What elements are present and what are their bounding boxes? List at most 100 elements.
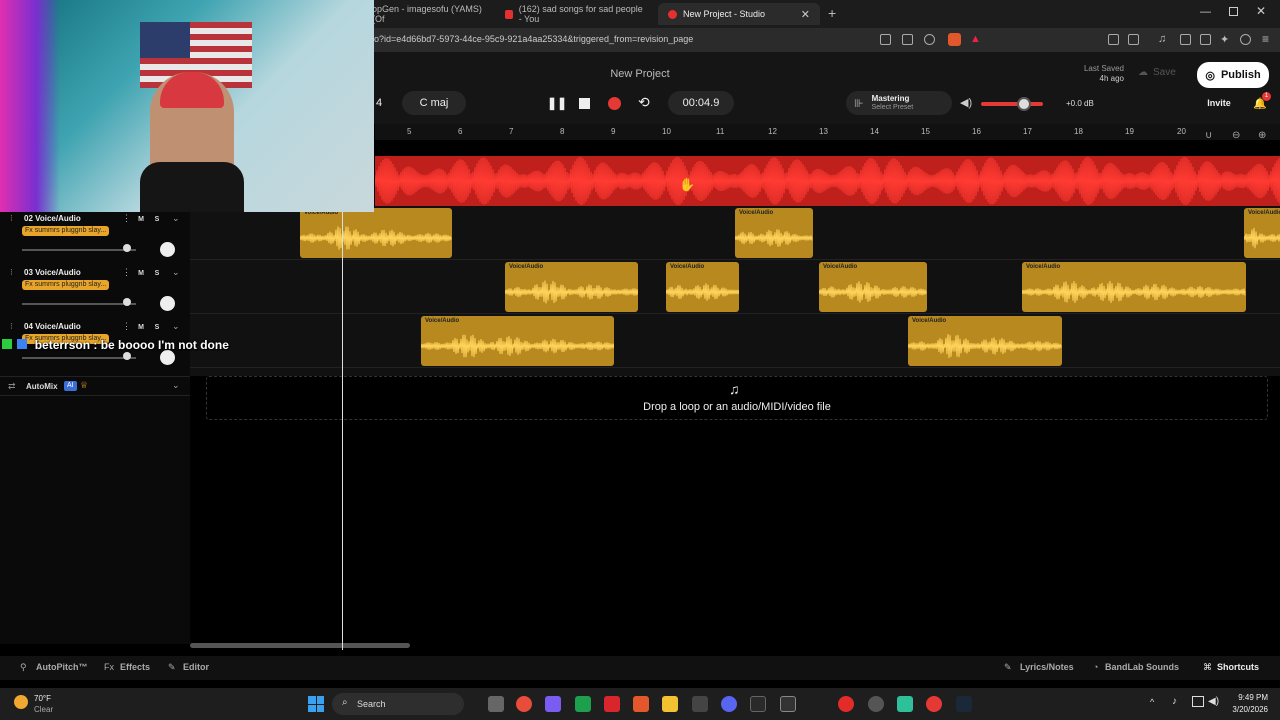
keyboard-icon[interactable]: [780, 696, 796, 712]
mute-button[interactable]: M: [135, 268, 147, 279]
audio-clip[interactable]: Voice/Audio: [1022, 262, 1246, 312]
extensions-icon[interactable]: [1108, 34, 1119, 45]
track-volume-knob[interactable]: [122, 298, 131, 306]
track-name[interactable]: 04 Voice/Audio: [24, 322, 81, 331]
editor-button[interactable]: Editor: [183, 662, 209, 672]
obs-icon[interactable]: [868, 696, 884, 712]
loop-icon[interactable]: ⟲: [638, 94, 650, 111]
share-icon[interactable]: [924, 34, 935, 45]
tray-chevron-icon[interactable]: ^: [1150, 697, 1154, 707]
zoom-in-icon[interactable]: ⊕: [1258, 130, 1266, 141]
browser-tab-active[interactable]: New Project - Studio ✕: [658, 3, 820, 25]
audio-clip[interactable]: Voice/Audio: [819, 262, 927, 312]
autopitch-button[interactable]: AutoPitch™: [36, 662, 88, 672]
network-icon[interactable]: [1192, 696, 1204, 707]
screen-icon[interactable]: [902, 34, 913, 45]
pan-knob[interactable]: [160, 296, 175, 311]
record-button[interactable]: [608, 97, 621, 110]
horizontal-scrollbar[interactable]: [190, 643, 410, 648]
master-volume-knob[interactable]: [1017, 97, 1032, 111]
track-menu-icon[interactable]: ⋮: [122, 267, 131, 278]
shortcuts-button[interactable]: Shortcuts: [1217, 662, 1259, 672]
app-red-icon[interactable]: [604, 696, 620, 712]
brave-rewards-icon[interactable]: ▲: [970, 33, 981, 45]
app-dark-icon[interactable]: [692, 696, 708, 712]
chevron-down-icon[interactable]: ⌄: [172, 380, 180, 391]
maximize-icon[interactable]: [1229, 7, 1238, 16]
bar-count[interactable]: 4: [376, 97, 382, 109]
mastering-button[interactable]: ⊪ Mastering Select Preset: [846, 91, 952, 115]
time-display[interactable]: 00:04.9: [668, 91, 734, 115]
audio-clip[interactable]: Voice/Audio: [421, 316, 614, 366]
audio-clip[interactable]: Voice/Audio: [1244, 208, 1280, 258]
app-teal-icon[interactable]: [897, 696, 913, 712]
magnet-icon[interactable]: ∪: [1205, 130, 1212, 141]
track-volume-slider[interactable]: [22, 303, 136, 305]
zoom-out-icon[interactable]: ⊖: [1232, 130, 1240, 141]
browser-tab[interactable]: (162) sad songs for sad people - You: [495, 3, 655, 25]
pause-button[interactable]: ❚❚: [547, 96, 567, 110]
timeline-ruler[interactable]: 5 6 7 8 9 10 11 12 13 14 15 16 17 18 19 20: [375, 124, 1280, 140]
brave-icon[interactable]: [633, 696, 649, 712]
drag-handle-icon[interactable]: ⁝: [10, 213, 13, 224]
track-name[interactable]: 02 Voice/Audio: [24, 214, 81, 223]
fx-chain-badge[interactable]: Fx summrs pluggnb slay...: [22, 226, 110, 236]
bandlab-taskbar-icon[interactable]: [926, 696, 942, 712]
track-name[interactable]: 03 Voice/Audio: [24, 268, 81, 277]
music-icon[interactable]: ♫: [1158, 33, 1166, 45]
track-menu-icon[interactable]: ⋮: [122, 321, 131, 332]
master-waveform[interactable]: [375, 156, 1280, 206]
track-lane[interactable]: Voice/Audio Voice/Audio Voice/Audio: [190, 206, 1280, 260]
windows-start-icon[interactable]: [308, 696, 324, 712]
audio-clip[interactable]: Voice/Audio: [735, 208, 813, 258]
drag-handle-icon[interactable]: ⁝: [10, 321, 13, 332]
fx-chain-badge[interactable]: Fx summrs pluggnb slay...: [22, 280, 110, 290]
save-button[interactable]: ☁ Save: [1138, 67, 1176, 78]
publish-button[interactable]: ◎ Publish: [1197, 62, 1269, 88]
master-volume-slider[interactable]: [981, 97, 1043, 111]
drag-handle-icon[interactable]: ⁝: [10, 267, 13, 278]
weather-temp[interactable]: 70°F: [34, 694, 51, 703]
new-tab-icon[interactable]: +: [828, 5, 836, 21]
shield-icon[interactable]: [880, 34, 891, 45]
steam-icon[interactable]: [956, 696, 972, 712]
drop-zone[interactable]: ♫ Drop a loop or an audio/MIDI/video fil…: [206, 376, 1268, 420]
lyrics-button[interactable]: Lyrics/Notes: [1020, 662, 1074, 672]
weather-icon[interactable]: [14, 695, 28, 709]
solo-button[interactable]: S: [151, 214, 163, 225]
track-header[interactable]: ⁝ 03 Voice/Audio ⋮ M S ⌄ Fx summrs plugg…: [0, 264, 190, 318]
track-lane[interactable]: Voice/Audio Voice/Audio: [190, 314, 1280, 368]
brave-shield-icon[interactable]: [948, 33, 961, 46]
solo-button[interactable]: S: [151, 268, 163, 279]
terminal-icon[interactable]: [750, 696, 766, 712]
browser-tab[interactable]: opGen - imagesofu (YAMS) (Of: [362, 3, 492, 25]
solo-button[interactable]: S: [151, 322, 163, 333]
speaker-icon[interactable]: ◀): [960, 96, 972, 109]
playhead[interactable]: [342, 206, 343, 650]
menu-icon[interactable]: ≡: [1262, 32, 1269, 46]
audio-clip[interactable]: Voice/Audio: [300, 208, 452, 258]
pan-knob[interactable]: [160, 242, 175, 257]
chevron-down-icon[interactable]: ⌄: [172, 213, 180, 224]
sidebar-icon[interactable]: [1180, 34, 1191, 45]
stop-button[interactable]: [579, 98, 590, 109]
effects-button[interactable]: Effects: [120, 662, 150, 672]
track-volume-slider[interactable]: [22, 249, 136, 251]
track-volume-slider[interactable]: [22, 357, 136, 359]
mute-button[interactable]: M: [135, 214, 147, 225]
bandlab-sounds-button[interactable]: BandLab Sounds: [1105, 662, 1179, 672]
mic-icon[interactable]: ♪: [1172, 696, 1177, 707]
url-field[interactable]: o?id=e4d66bd7-5973-44ce-95c9-921a4aa2533…: [374, 34, 693, 44]
key-selector[interactable]: C maj: [402, 91, 466, 115]
track-volume-knob[interactable]: [122, 244, 131, 252]
leo-icon[interactable]: ✦: [1220, 33, 1229, 46]
chevron-down-icon[interactable]: ⌄: [172, 321, 180, 332]
audio-clip[interactable]: Voice/Audio: [505, 262, 638, 312]
automix-row[interactable]: ⇄ AutoMix AI ♕ ⌄: [0, 376, 190, 396]
invite-button[interactable]: Invite: [1200, 91, 1238, 115]
close-window-icon[interactable]: ✕: [1256, 4, 1266, 18]
app-icon[interactable]: [545, 696, 561, 712]
xbox-icon[interactable]: [575, 696, 591, 712]
reader-icon[interactable]: [1128, 34, 1139, 45]
chrome-icon[interactable]: [516, 696, 532, 712]
